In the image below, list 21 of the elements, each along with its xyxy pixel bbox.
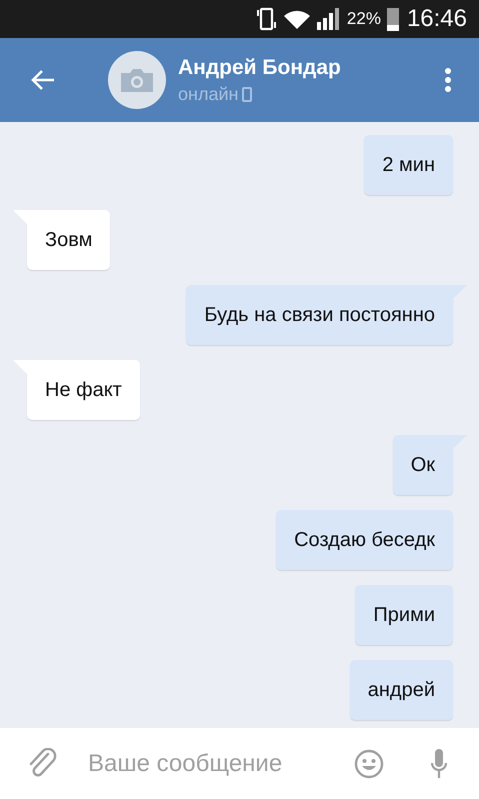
more-icon[interactable] — [444, 67, 452, 93]
wifi-icon — [282, 8, 311, 30]
phone-icon — [242, 86, 252, 102]
signal-icon — [316, 8, 341, 30]
battery-percent: 22% — [346, 9, 381, 29]
message-bubble: 2 мин — [364, 135, 453, 195]
paperclip-icon[interactable] — [28, 748, 58, 780]
clock: 16:46 — [406, 5, 467, 33]
microphone-icon[interactable] — [429, 748, 449, 780]
bubble-tail — [13, 210, 27, 224]
camera-icon — [121, 68, 153, 92]
battery-icon — [386, 7, 399, 31]
message-bubble: Прими — [355, 585, 453, 645]
message-bubble: Создаю беседк — [276, 510, 453, 570]
vibrate-icon — [256, 7, 277, 31]
back-arrow-icon[interactable] — [30, 69, 56, 91]
online-status: онлайн — [178, 84, 238, 104]
bubble-tail — [13, 360, 27, 374]
message-bubble: андрей — [350, 660, 453, 720]
smiley-icon[interactable] — [353, 748, 385, 780]
contact-name: Андрей Бондар — [178, 56, 342, 80]
